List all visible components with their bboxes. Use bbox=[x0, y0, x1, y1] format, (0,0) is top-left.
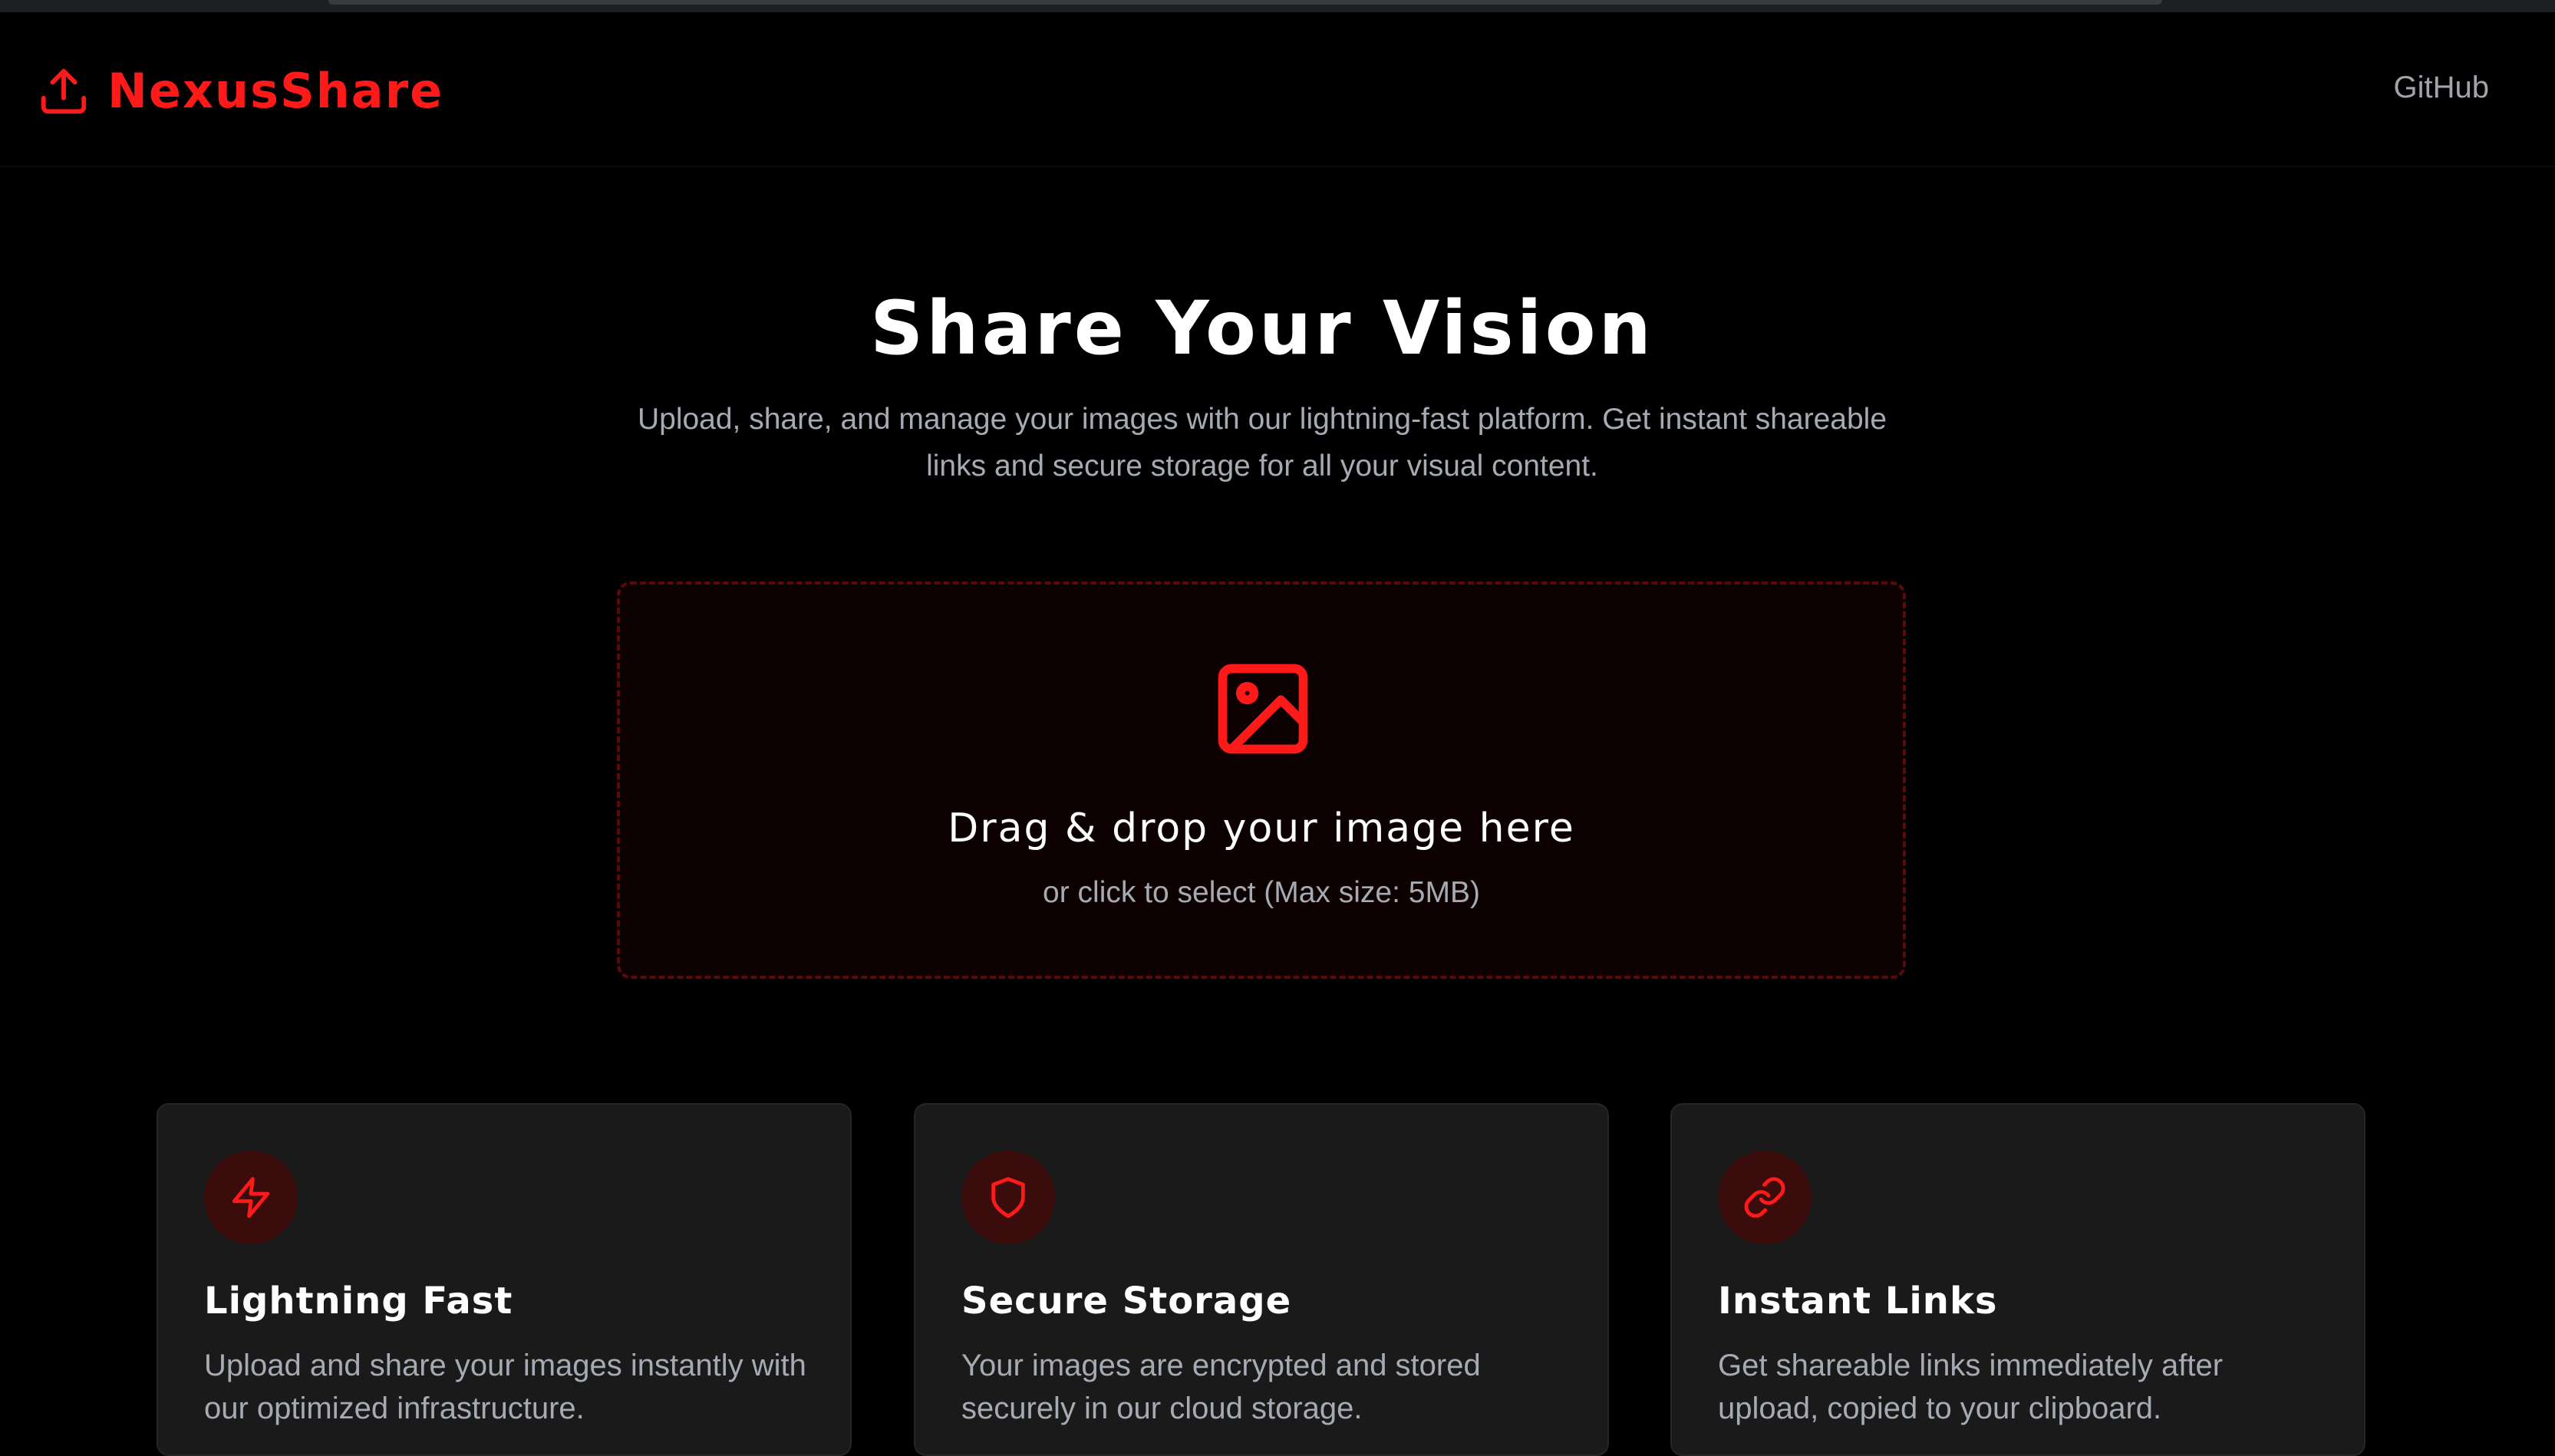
dropzone-subtitle: or click to select (Max size: 5MB) bbox=[1043, 876, 1480, 909]
dropzone-title: Drag & drop your image here bbox=[948, 805, 1575, 852]
upload-dropzone[interactable]: Drag & drop your image here or click to … bbox=[617, 581, 1906, 979]
browser-scroll-indicator bbox=[328, 0, 2162, 5]
brand-name: NexusShare bbox=[107, 63, 444, 119]
feature-icon-badge bbox=[204, 1151, 298, 1244]
feature-icon-badge bbox=[961, 1151, 1055, 1244]
feature-description: Your images are encrypted and stored sec… bbox=[961, 1349, 1481, 1425]
hero-title: Share Your Vision bbox=[870, 285, 1654, 371]
feature-card-lightning-fast: Lightning Fast Upload and share your ima… bbox=[157, 1103, 852, 1456]
shield-icon bbox=[991, 1177, 1025, 1218]
feature-description: Upload and share your images instantly w… bbox=[204, 1349, 806, 1425]
feature-card-instant-links: Instant Links Get shareable links immedi… bbox=[1670, 1103, 2365, 1456]
feature-card-secure-storage: Secure Storage Your images are encrypted… bbox=[914, 1103, 1609, 1456]
brand-logo[interactable]: NexusShare bbox=[37, 63, 443, 119]
link-icon bbox=[1744, 1177, 1785, 1218]
site-header: NexusShare GitHub bbox=[0, 12, 2555, 167]
browser-top-strip bbox=[0, 0, 2555, 12]
github-link[interactable]: GitHub bbox=[2394, 71, 2490, 105]
lightning-icon bbox=[232, 1177, 270, 1218]
hero-subtitle: Upload, share, and manage your images wi… bbox=[637, 403, 1887, 483]
feature-title: Secure Storage bbox=[961, 1280, 1292, 1323]
upload-icon bbox=[41, 68, 87, 114]
feature-description: Get shareable links immediately after up… bbox=[1718, 1349, 2224, 1425]
feature-icon-badge bbox=[1718, 1151, 1812, 1244]
feature-title: Lightning Fast bbox=[204, 1280, 513, 1323]
image-icon bbox=[1218, 664, 1308, 754]
feature-title: Instant Links bbox=[1718, 1280, 1998, 1323]
